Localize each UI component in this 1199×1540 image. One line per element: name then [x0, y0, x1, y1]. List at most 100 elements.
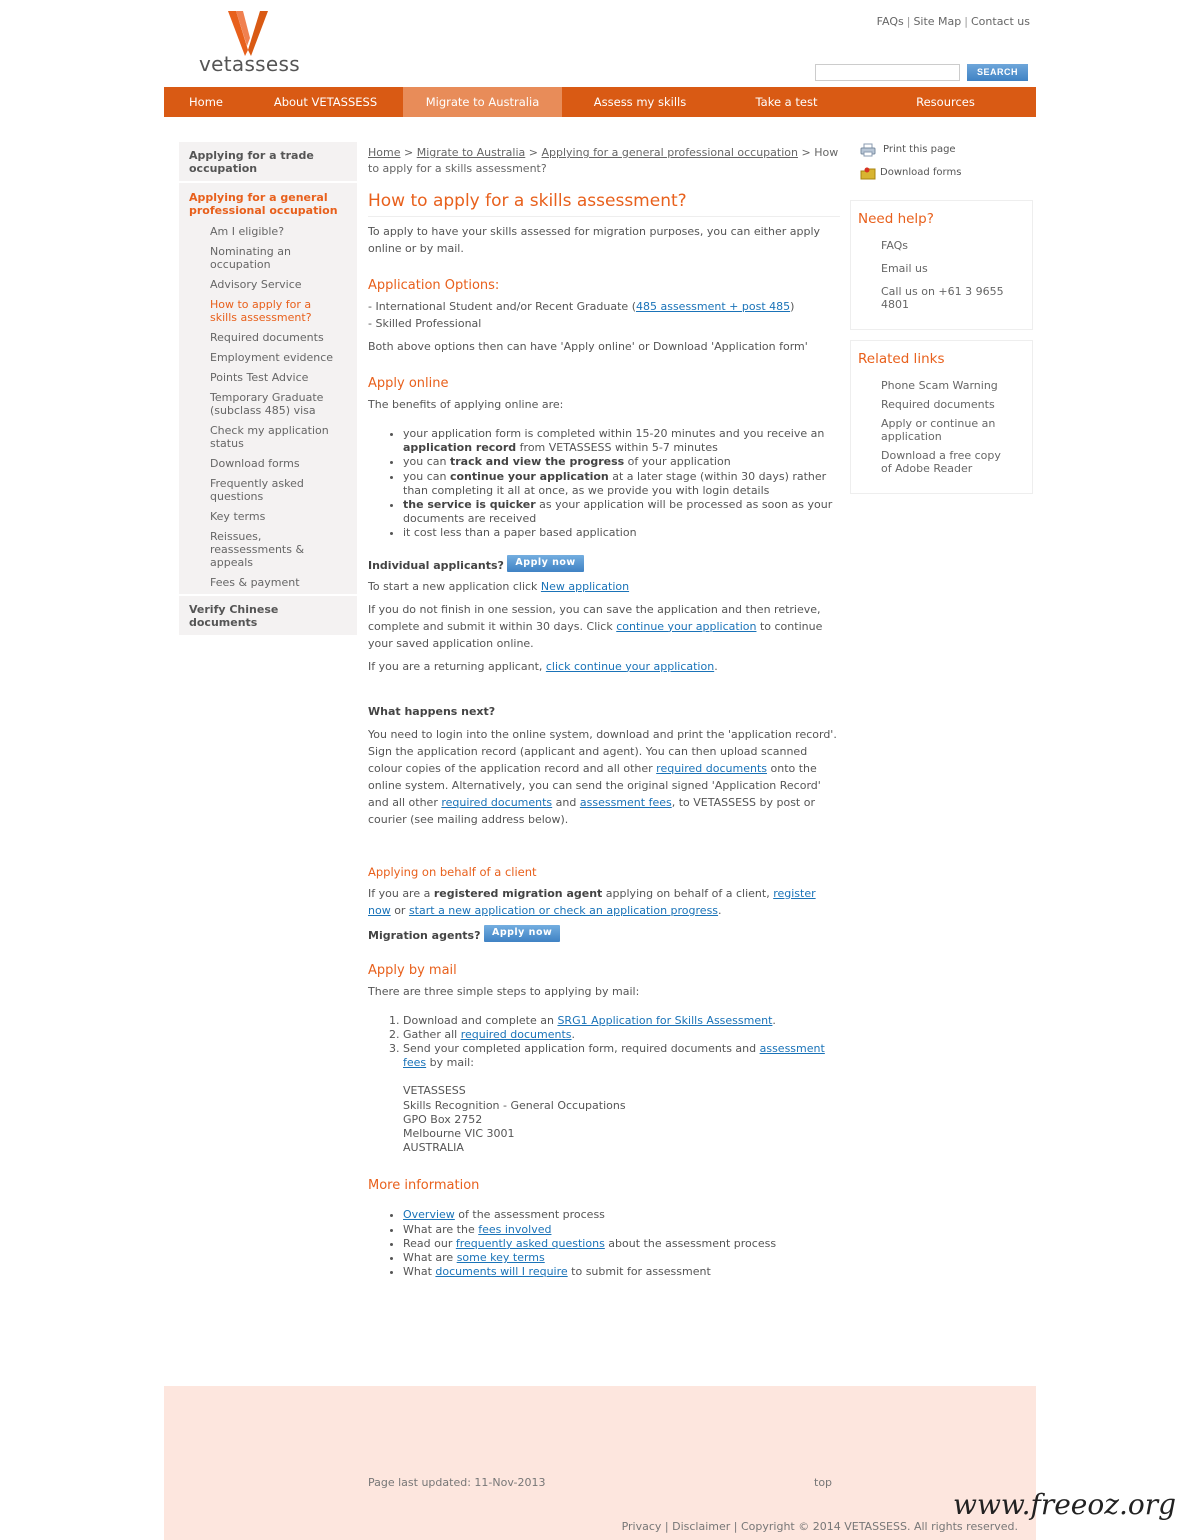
nav-home[interactable]: Home	[164, 87, 248, 117]
sidebar-subitem[interactable]: Check my application status	[179, 420, 349, 453]
inline-link[interactable]: continue your application	[616, 620, 756, 633]
sidebar-subitem[interactable]: Temporary Graduate (subclass 485) visa	[179, 387, 349, 420]
mail-steps: Download and complete an SRG1 Applicatio…	[403, 1014, 840, 1071]
more-info-list: Overview of the assessment processWhat a…	[403, 1208, 840, 1279]
mail-step: Download and complete an SRG1 Applicatio…	[403, 1014, 840, 1028]
nav-assess[interactable]: Assess my skills	[562, 87, 718, 117]
inline-link[interactable]: click continue your application	[546, 660, 714, 673]
sidebar-section-general[interactable]: Applying for a general professional occu…	[179, 183, 357, 221]
benefit-item: you can track and view the progress of y…	[403, 455, 840, 469]
inline-link[interactable]: assessment fees	[580, 796, 672, 809]
top-link-faqs[interactable]: FAQs	[877, 15, 904, 28]
related-required-docs[interactable]: Required documents	[858, 398, 1025, 411]
sidebar-subitem[interactable]: Am I eligible?	[179, 221, 349, 241]
text-segment: your application form is completed withi…	[403, 427, 825, 440]
apply-now-individual-button[interactable]: Apply now	[507, 554, 584, 572]
breadcrumb-migrate[interactable]: Migrate to Australia	[417, 146, 526, 159]
apply-now-agents-button[interactable]: Apply now	[483, 924, 561, 942]
sidebar-item-trade[interactable]: Applying for a trade occupation	[179, 142, 357, 183]
options-note: Both above options then can have 'Apply …	[368, 340, 808, 353]
text-segment: .	[772, 1013, 776, 1027]
address-line: GPO Box 2752	[403, 1112, 483, 1126]
agents-label: Migration agents?	[368, 928, 481, 942]
text-segment: of your application	[624, 455, 731, 469]
next-heading: What happens next?	[368, 704, 496, 718]
inline-link[interactable]: some key terms	[457, 1251, 545, 1264]
bold-text: continue your application	[449, 469, 609, 483]
mail-intro: There are three simple steps to applying…	[368, 984, 640, 998]
breadcrumb-general[interactable]: Applying for a general professional occu…	[542, 146, 798, 159]
mail-step: Send your completed application form, re…	[403, 1042, 840, 1070]
text-segment: you can	[403, 469, 450, 483]
text-segment: .	[718, 903, 722, 917]
help-call[interactable]: Call us on +61 3 9655 4801	[858, 285, 1008, 311]
mail-step: Gather all required documents.	[403, 1028, 840, 1042]
sidebar-subitem[interactable]: Nominating an occupation	[179, 241, 349, 274]
top-link[interactable]: top	[814, 1476, 832, 1489]
inline-link[interactable]: required documents	[461, 1028, 572, 1041]
printer-icon	[860, 143, 876, 156]
inline-link[interactable]: documents will I require	[435, 1265, 567, 1278]
nav-resources[interactable]: Resources	[855, 87, 1036, 117]
inline-link[interactable]: start a new application or check an appl…	[409, 904, 718, 917]
footer-disclaimer[interactable]: Disclaimer	[672, 1520, 730, 1533]
bold-text: track and view the progress	[449, 455, 625, 469]
breadcrumb-home[interactable]: Home	[368, 146, 400, 159]
option-1: - International Student and/or Recent Gr…	[368, 298, 840, 315]
related-phone-scam[interactable]: Phone Scam Warning	[858, 379, 1025, 392]
related-links-title: Related links	[858, 351, 945, 367]
top-link-contact[interactable]: Contact us	[971, 15, 1030, 28]
options-heading: Application Options:	[368, 278, 500, 293]
related-adobe-reader[interactable]: Download a free copy of Adobe Reader	[858, 449, 1008, 475]
sidebar-subitem[interactable]: Required documents	[179, 327, 349, 347]
text-segment: to submit for assessment	[567, 1265, 711, 1279]
returning-paragraph: If you are a returning applicant, click …	[368, 658, 840, 675]
text-segment: What are	[403, 1251, 457, 1265]
inline-link[interactable]: SRG1 Application for Skills Assessment	[557, 1014, 772, 1027]
text-segment: you can	[403, 455, 450, 469]
main-content: Home > Migrate to Australia > Applying f…	[368, 145, 840, 1279]
sidebar-subitem[interactable]: Employment evidence	[179, 347, 349, 367]
bold-text: the service is quicker	[403, 498, 536, 512]
breadcrumb: Home > Migrate to Australia > Applying f…	[368, 146, 839, 175]
more-info-item: What are the fees involved	[403, 1223, 840, 1237]
inline-link[interactable]: required documents	[441, 796, 552, 809]
individual-label: Individual applicants?	[368, 558, 504, 572]
nav-migrate[interactable]: Migrate to Australia	[403, 87, 562, 117]
sidebar-subitem[interactable]: How to apply for a skills assessment?	[179, 294, 349, 327]
sidebar-subitem[interactable]: Fees & payment	[179, 572, 357, 592]
sidebar-subitem[interactable]: Points Test Advice	[179, 367, 349, 387]
sidebar-subitem[interactable]: Frequently asked questions	[179, 473, 349, 506]
inline-link[interactable]: frequently asked questions	[456, 1237, 605, 1250]
benefits-list: your application form is completed withi…	[403, 427, 840, 541]
sidebar-subitem[interactable]: Advisory Service	[179, 274, 349, 294]
inline-link[interactable]: 485 assessment + post 485	[636, 300, 790, 313]
related-apply-continue[interactable]: Apply or continue an application	[858, 417, 998, 443]
text-segment: by mail:	[426, 1056, 474, 1070]
help-email[interactable]: Email us	[858, 262, 1025, 275]
inline-link[interactable]: required documents	[656, 762, 767, 775]
footer-privacy[interactable]: Privacy	[622, 1520, 662, 1533]
header: vetassess FAQs | Site Map | Contact us SEARC…	[164, 0, 1036, 87]
inline-link[interactable]: fees involved	[478, 1223, 551, 1236]
text-segment: Send your completed application form, re…	[403, 1042, 760, 1056]
top-link-sitemap[interactable]: Site Map	[913, 15, 961, 28]
benefit-item: it cost less than a paper based applicat…	[403, 526, 840, 540]
nav-test[interactable]: Take a test	[718, 87, 855, 117]
need-help-title: Need help?	[858, 211, 934, 227]
text-segment: If you are a returning applicant,	[368, 659, 546, 673]
download-forms-link[interactable]: Download forms	[850, 161, 1033, 184]
print-page-link[interactable]: Print this page	[850, 138, 1033, 161]
sidebar-subitem[interactable]: Download forms	[179, 453, 349, 473]
nav-about[interactable]: About VETASSESS	[248, 87, 403, 117]
search-input[interactable]	[815, 64, 960, 81]
sidebar-subitem[interactable]: Key terms	[179, 506, 349, 526]
sidebar-item-verify-chinese[interactable]: Verify Chinese documents	[179, 594, 357, 635]
text-segment: and	[552, 795, 580, 809]
inline-link[interactable]: New application	[541, 580, 629, 593]
sidebar-subitem[interactable]: Reissues, reassessments & appeals	[179, 526, 349, 572]
help-faqs[interactable]: FAQs	[858, 239, 1025, 252]
more-info-item: What documents will I require to submit …	[403, 1265, 840, 1279]
search-button[interactable]: SEARCH	[967, 64, 1028, 81]
inline-link[interactable]: Overview	[403, 1208, 455, 1221]
